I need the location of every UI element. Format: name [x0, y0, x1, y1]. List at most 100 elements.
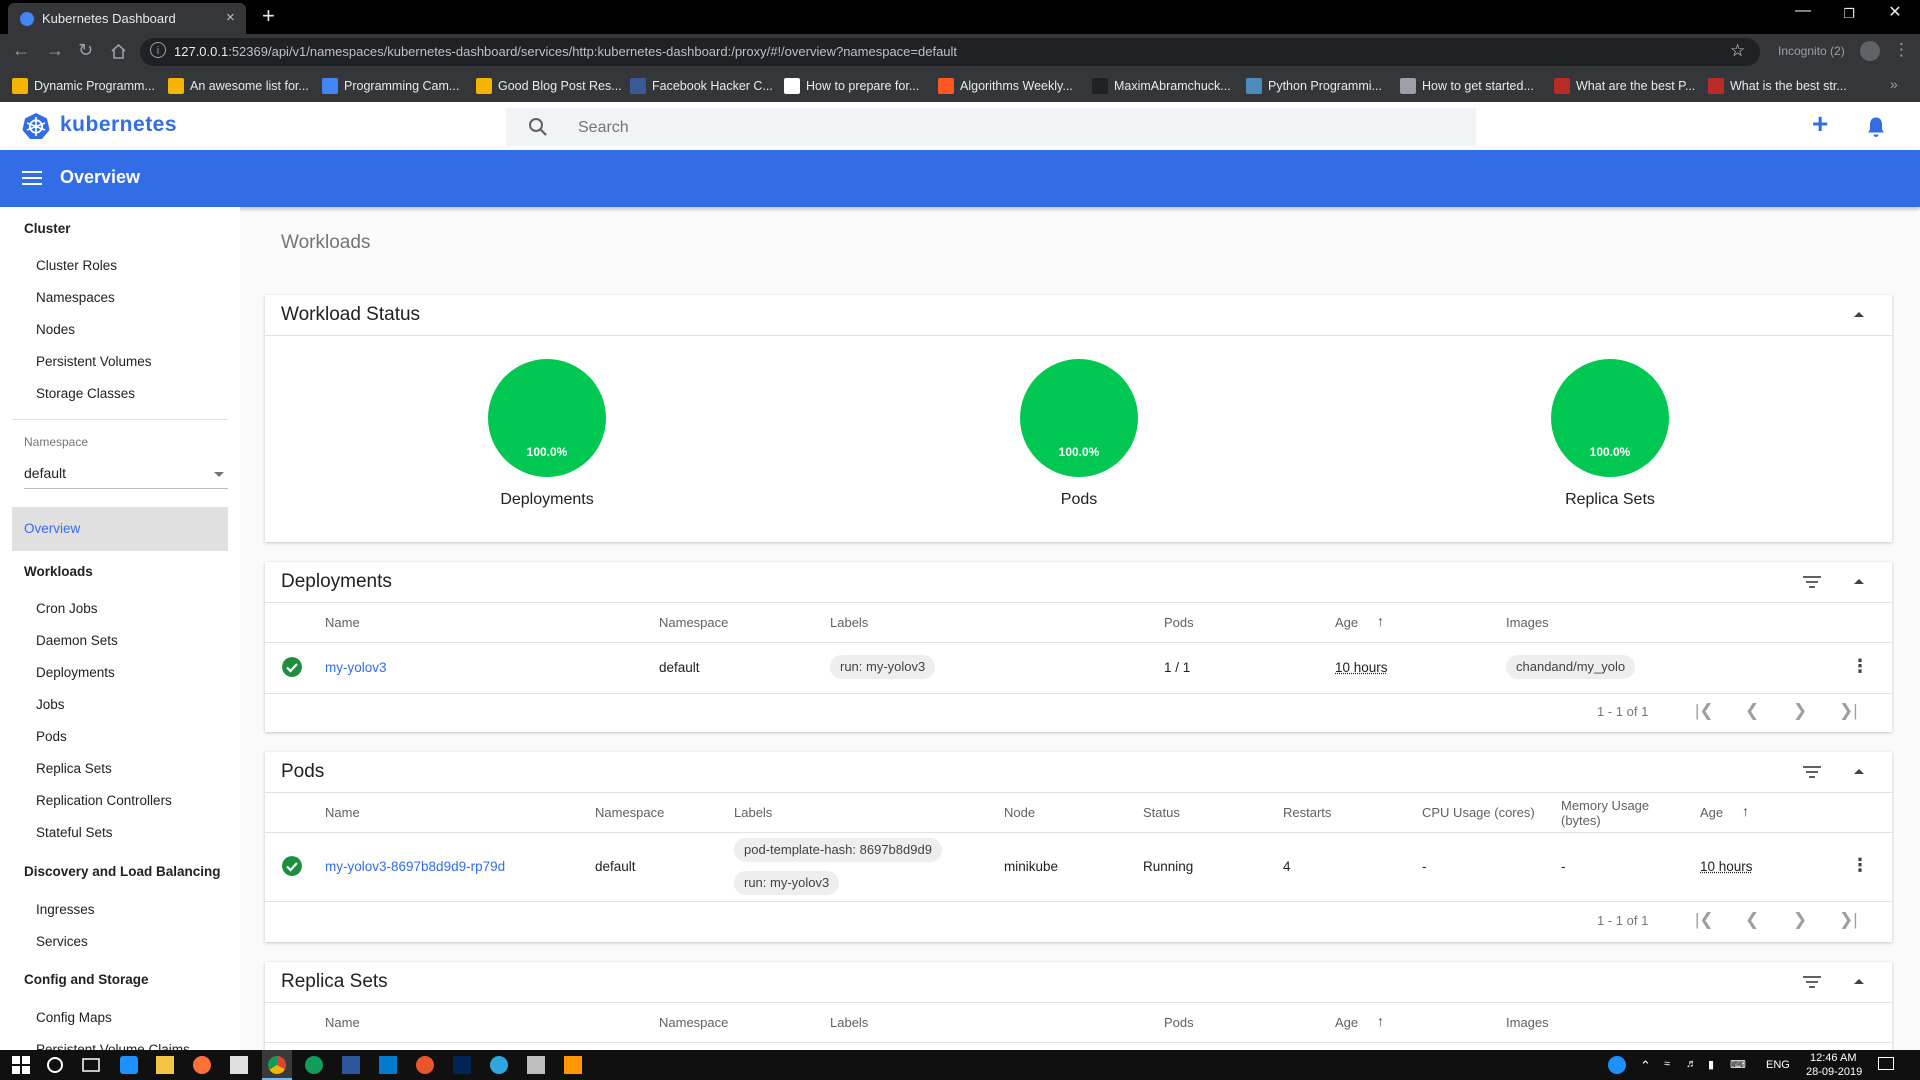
firefox-icon[interactable]: [193, 1056, 211, 1074]
bookmark-item[interactable]: MaximAbramchuck...: [1092, 76, 1231, 96]
file-explorer-icon[interactable]: [156, 1056, 174, 1074]
battery-icon[interactable]: ▮: [1708, 1058, 1714, 1071]
sidebar-item-replica-sets[interactable]: Replica Sets: [36, 761, 112, 776]
pod-age[interactable]: 10 hours: [1700, 859, 1753, 874]
more-actions-icon[interactable]: ⋮: [1851, 855, 1869, 876]
chrome-taskbar-button[interactable]: [262, 1050, 292, 1080]
table-row[interactable]: my-yolov3 default run: my-yolov3 1 / 1 1…: [265, 643, 1892, 693]
collapse-caret-icon[interactable]: [1854, 979, 1864, 984]
column-header-namespace[interactable]: Namespace: [659, 615, 728, 630]
sidebar-item-namespaces[interactable]: Namespaces: [36, 290, 115, 305]
column-header-age[interactable]: Age: [1335, 615, 1358, 630]
column-header-age[interactable]: Age: [1335, 1015, 1358, 1030]
notification-bell-icon[interactable]: [1866, 116, 1886, 138]
column-header-age[interactable]: Age: [1700, 805, 1723, 820]
sidebar-heading-workloads[interactable]: Workloads: [24, 564, 93, 579]
bookmark-item[interactable]: Algorithms Weekly...: [938, 76, 1073, 96]
home-icon[interactable]: [110, 43, 127, 60]
reload-icon[interactable]: ↻: [78, 40, 93, 61]
kubernetes-logo-icon[interactable]: [22, 112, 50, 140]
windows-start-icon[interactable]: [12, 1056, 30, 1074]
collapse-caret-icon[interactable]: [1854, 579, 1864, 584]
filter-icon[interactable]: [1803, 576, 1821, 588]
hamburger-menu-icon[interactable]: [22, 171, 42, 185]
restore-icon[interactable]: ❐: [1826, 6, 1872, 22]
sidebar-item-pods[interactable]: Pods: [36, 729, 67, 744]
collapse-caret-icon[interactable]: [1854, 312, 1864, 317]
sidebar-item-config-maps[interactable]: Config Maps: [36, 1010, 112, 1025]
app-icon[interactable]: [490, 1056, 508, 1074]
vscode-icon[interactable]: [379, 1056, 397, 1074]
column-header-namespace[interactable]: Namespace: [659, 1015, 728, 1030]
column-header-name[interactable]: Name: [325, 615, 360, 630]
bookmark-item[interactable]: Facebook Hacker C...: [630, 76, 773, 96]
sidebar-heading-config-storage[interactable]: Config and Storage: [24, 972, 149, 987]
mail-icon[interactable]: [230, 1056, 248, 1074]
close-window-icon[interactable]: ✕: [1872, 2, 1918, 22]
app-icon[interactable]: [305, 1056, 323, 1074]
chevron-up-icon[interactable]: ⌃: [1640, 1058, 1651, 1074]
next-page-icon[interactable]: ❯: [1793, 910, 1807, 930]
filter-icon[interactable]: [1803, 766, 1821, 778]
sort-arrow-icon[interactable]: ↑: [1377, 613, 1384, 629]
sidebar-item-replication-controllers[interactable]: Replication Controllers: [36, 793, 172, 808]
create-plus-button[interactable]: +: [1812, 108, 1828, 140]
bookmark-item[interactable]: What is the best str...: [1708, 76, 1847, 96]
filter-icon[interactable]: [1803, 976, 1821, 988]
sidebar-item-cron-jobs[interactable]: Cron Jobs: [36, 601, 98, 616]
sort-arrow-icon[interactable]: ↑: [1377, 1013, 1384, 1029]
first-page-icon[interactable]: |❮: [1695, 910, 1714, 930]
table-row[interactable]: my-yolov3-8697b8d9d9-rp79d default pod-t…: [265, 833, 1892, 901]
bookmark-item[interactable]: An awesome list for...: [168, 76, 309, 96]
column-header-name[interactable]: Name: [325, 1015, 360, 1030]
back-arrow-icon[interactable]: ←: [12, 40, 30, 61]
column-header-node[interactable]: Node: [1004, 805, 1035, 820]
edge-icon[interactable]: [120, 1056, 138, 1074]
volume-icon[interactable]: ♬: [1686, 1058, 1697, 1070]
wifi-icon[interactable]: ≈: [1664, 1058, 1670, 1070]
pod-name-link[interactable]: my-yolov3-8697b8d9d9-rp79d: [325, 859, 505, 874]
sidebar-item-stateful-sets[interactable]: Stateful Sets: [36, 825, 113, 840]
bookmark-item[interactable]: Programming Cam...: [322, 76, 459, 96]
previous-page-icon[interactable]: ❮: [1745, 910, 1759, 930]
sidebar-item-services[interactable]: Services: [36, 934, 88, 949]
photos-icon[interactable]: [527, 1056, 545, 1074]
collapse-caret-icon[interactable]: [1854, 769, 1864, 774]
app-icon[interactable]: [416, 1056, 434, 1074]
help-icon[interactable]: [1608, 1056, 1626, 1074]
new-tab-button[interactable]: +: [262, 3, 275, 29]
bookmarks-overflow-icon[interactable]: »: [1890, 76, 1898, 92]
browser-tab[interactable]: Kubernetes Dashboard ×: [8, 3, 246, 34]
sidebar-item-overview[interactable]: Overview: [12, 507, 228, 551]
bookmark-item[interactable]: What are the best P...: [1554, 76, 1695, 96]
word-icon[interactable]: [342, 1056, 360, 1074]
bookmark-star-icon[interactable]: ☆: [1730, 41, 1745, 61]
column-header-status[interactable]: Status: [1143, 805, 1180, 820]
sidebar-item-cluster-roles[interactable]: Cluster Roles: [36, 258, 117, 273]
sidebar-item-deployments[interactable]: Deployments: [36, 665, 115, 680]
last-page-icon[interactable]: ❯|: [1839, 910, 1858, 930]
column-header-name[interactable]: Name: [325, 805, 360, 820]
address-url[interactable]: 127.0.0.1:52369/api/v1/namespaces/kubern…: [174, 44, 957, 59]
sublime-text-icon[interactable]: [564, 1056, 582, 1074]
incognito-icon[interactable]: [1860, 41, 1880, 61]
next-page-icon[interactable]: ❯: [1793, 701, 1807, 721]
tab-close-icon[interactable]: ×: [226, 9, 235, 26]
address-bar[interactable]: i 127.0.0.1:52369/api/v1/namespaces/kube…: [140, 38, 1760, 66]
deployment-age[interactable]: 10 hours: [1335, 660, 1388, 675]
deployment-name-link[interactable]: my-yolov3: [325, 660, 387, 675]
sidebar-item-nodes[interactable]: Nodes: [36, 322, 75, 337]
forward-arrow-icon[interactable]: →: [46, 40, 64, 61]
sort-arrow-icon[interactable]: ↑: [1742, 803, 1749, 819]
search-bar[interactable]: [506, 108, 1476, 146]
sidebar-item-jobs[interactable]: Jobs: [36, 697, 65, 712]
sidebar-item-storage-classes[interactable]: Storage Classes: [36, 386, 135, 401]
action-center-icon[interactable]: [1878, 1057, 1894, 1070]
keyboard-icon[interactable]: ⌨: [1730, 1058, 1746, 1071]
minimize-icon[interactable]: —: [1780, 2, 1826, 20]
namespace-select[interactable]: default: [24, 462, 228, 489]
site-info-icon[interactable]: i: [150, 42, 166, 58]
previous-page-icon[interactable]: ❮: [1745, 701, 1759, 721]
bookmark-item[interactable]: Good Blog Post Res...: [476, 76, 622, 96]
more-actions-icon[interactable]: ⋮: [1851, 656, 1869, 677]
